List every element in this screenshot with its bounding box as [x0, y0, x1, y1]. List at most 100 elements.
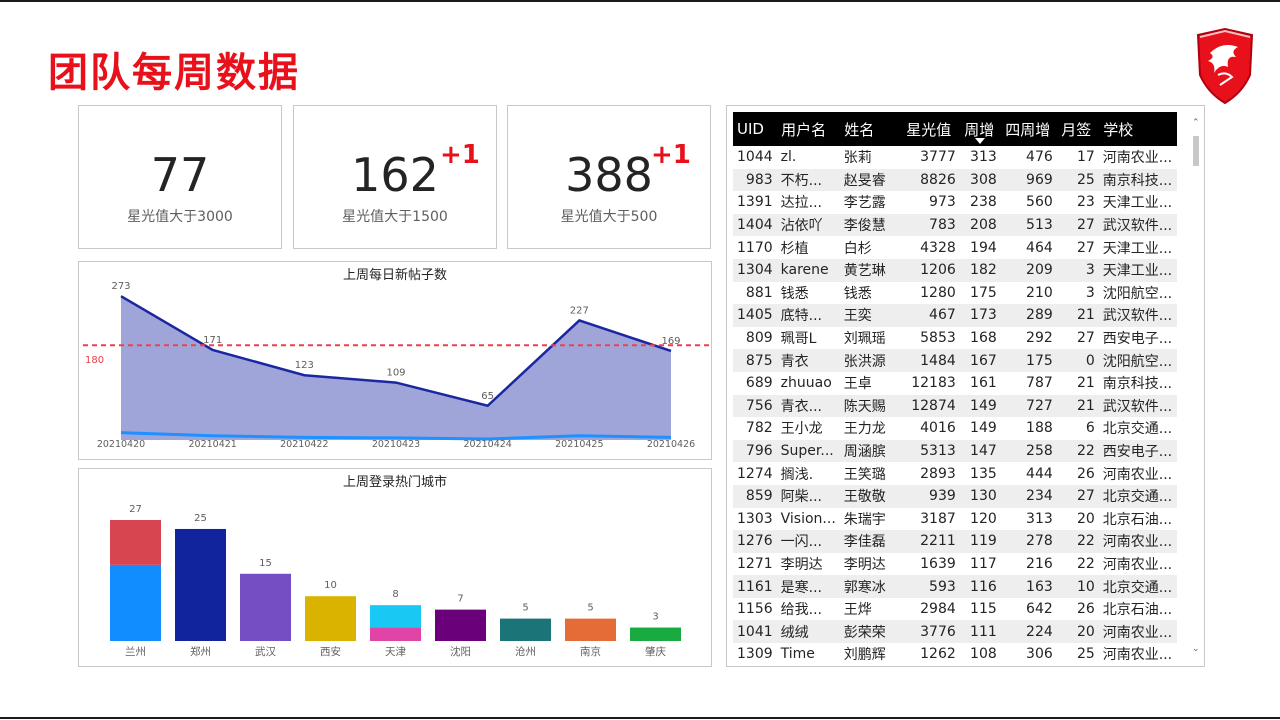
table-cell: 青衣...: [780, 398, 822, 415]
col-header-star[interactable]: 星光值: [901, 112, 961, 146]
table-cell: 464: [1026, 239, 1053, 256]
bar-segment[interactable]: [370, 605, 421, 628]
table-cell: 173: [970, 307, 997, 324]
table-cell: 182: [970, 262, 997, 279]
hot-cities-chart-panel[interactable]: 上周登录热门城市 27 兰州 25 郑州 15 武汉 10 西安 8 天津 7 沈阳 5 沧州 5 南京 3 肇庆: [78, 468, 712, 667]
bar[interactable]: [175, 528, 226, 641]
table-row[interactable]: 1405 底特... 王奕 467 173 289 21 武汉软件...: [733, 304, 1177, 327]
bar-segment[interactable]: [370, 627, 421, 641]
table-cell: 青衣: [780, 353, 809, 370]
table-cell: 10: [1076, 578, 1095, 595]
table-scrollbar[interactable]: ⌃ ⌄: [1192, 114, 1200, 658]
table-cell: 21: [1076, 397, 1095, 414]
table-cell: 289: [1026, 307, 1053, 324]
col-header-school[interactable]: 学校: [1098, 112, 1177, 146]
bar[interactable]: [630, 627, 681, 641]
table-row[interactable]: 1170 杉植 白杉 4328 194 464 27 天津工业...: [733, 236, 1177, 259]
col-header-name[interactable]: 姓名: [839, 112, 903, 146]
table-cell: 彭荣荣: [843, 624, 886, 641]
kpi-value: 77: [150, 148, 210, 202]
table-cell: 1280: [920, 284, 956, 301]
table-cell: 1262: [920, 646, 956, 663]
table-cell: 王烨: [843, 602, 872, 619]
table-cell: 20: [1076, 510, 1095, 527]
table-row[interactable]: 881 钱悉 钱悉 1280 175 210 3 沈阳航空...: [733, 282, 1177, 305]
bar-segment[interactable]: [110, 520, 161, 565]
table-cell: Super...: [780, 443, 834, 460]
table-cell: 3187: [920, 510, 956, 527]
table-cell: 赵旻睿: [843, 172, 886, 189]
table-row[interactable]: 1041 绒绒 彭荣荣 3776 111 224 20 河南农业...: [733, 620, 1177, 644]
table-cell: 西安电子...: [1102, 331, 1173, 348]
table-row[interactable]: 796 Super... 周涵膑 5313 147 258 22 西安电子...: [733, 439, 1177, 463]
table-row[interactable]: 1391 达拉... 李艺露 973 238 560 23 天津工业...: [733, 191, 1177, 214]
table-row[interactable]: 1274 搁浅. 王笑璐 2893 135 444 26 河南农业...: [733, 462, 1177, 485]
table-cell: 787: [1026, 375, 1053, 392]
table-cell: 147: [970, 443, 997, 460]
scroll-thumb[interactable]: [1193, 136, 1199, 166]
table-cell: 308: [970, 171, 997, 188]
col-header-monthly-sign[interactable]: 月签: [1056, 112, 1100, 146]
kpi-card-3000[interactable]: 77 星光值大于3000: [78, 105, 282, 249]
col-header-week-inc[interactable]: 周增: [959, 112, 1002, 146]
scroll-down-icon[interactable]: ⌄: [1192, 644, 1200, 654]
col-header-username[interactable]: 用户名: [776, 112, 841, 146]
table-row[interactable]: 1404 沾依吖 李俊慧 783 208 513 27 武汉软件...: [733, 213, 1177, 237]
col-header-4week-inc[interactable]: 四周增: [1000, 112, 1058, 146]
table-cell: 河南农业...: [1102, 624, 1173, 641]
table-cell: 875: [745, 352, 773, 369]
bar[interactable]: [500, 618, 551, 641]
table-row[interactable]: 1303 Vision... 朱瑞宇 3187 120 313 20 北京石油...: [733, 508, 1177, 531]
table-cell: 208: [970, 217, 997, 234]
table-row[interactable]: 1044 zl. 张莉 3777 313 476 17 河南农业...: [733, 146, 1177, 169]
kpi-card-1500[interactable]: 162 +1 星光值大于1500: [293, 105, 497, 249]
top-border: [0, 0, 1280, 2]
table-cell: 1276: [737, 533, 773, 550]
table-row[interactable]: 859 阿柴... 王敬敬 939 130 234 27 北京交通...: [733, 484, 1177, 508]
kpi-card-500[interactable]: 388 +1 星光值大于500: [507, 105, 711, 249]
table-row[interactable]: 1304 karene 黄艺琳 1206 182 209 3 天津工业...: [733, 258, 1177, 282]
table-row[interactable]: 1156 给我... 王烨 2984 115 642 26 北京石油...: [733, 598, 1177, 621]
member-table-panel[interactable]: UID 用户名 姓名 星光值 周增 四周增 月签 学校 1044 zl. 张莉 377…: [726, 105, 1205, 667]
table-cell: 5313: [920, 443, 956, 460]
table-row[interactable]: 1276 一闪... 李佳磊 2211 119 278 22 河南农业...: [733, 530, 1177, 553]
data-label: 8: [392, 589, 398, 600]
bar[interactable]: [305, 596, 356, 641]
table-cell: 1206: [920, 262, 956, 279]
col-header-uid[interactable]: UID: [733, 112, 778, 146]
x-tick-label: 20210422: [280, 439, 328, 450]
table-cell: 刘鹏辉: [843, 647, 886, 664]
daily-posts-chart-panel[interactable]: 上周每日新帖子数 180 273 171 123 109 65 227 169 20210420…: [78, 261, 712, 460]
table-row[interactable]: 1309 Time 刘鹏辉 1262 108 306 25 河南农业...: [733, 643, 1177, 666]
scroll-up-icon[interactable]: ⌃: [1192, 118, 1200, 128]
table-cell: 2893: [920, 465, 956, 482]
bar[interactable]: [565, 618, 616, 641]
table-row[interactable]: 782 王小龙 王力龙 4016 149 188 6 北京交通...: [733, 417, 1177, 440]
table-cell: 278: [1026, 533, 1053, 550]
data-label: 7: [457, 594, 463, 605]
table-cell: 119: [970, 533, 997, 550]
data-label: 171: [203, 335, 222, 346]
table-row[interactable]: 875 青衣 张洪源 1484 167 175 0 沈阳航空...: [733, 349, 1177, 372]
table-cell: 是寒...: [780, 579, 822, 596]
bar[interactable]: [240, 573, 291, 641]
table-row[interactable]: 1271 李明达 李明达 1639 117 216 22 河南农业...: [733, 553, 1177, 576]
table-cell: 西安电子...: [1102, 444, 1173, 461]
x-tick-label: 沧州: [515, 645, 536, 658]
table-row[interactable]: 756 青衣... 陈天赐 12874 149 727 21 武汉软件...: [733, 394, 1177, 418]
table-row[interactable]: 809 珮哥L 刘珮瑶 5853 168 292 27 西安电子...: [733, 327, 1177, 350]
table-cell: 王卓: [843, 376, 872, 393]
reference-line-label: 180: [85, 355, 104, 366]
table-cell: 白杉: [843, 240, 872, 257]
table-cell: 达拉...: [780, 195, 822, 212]
bar-segment[interactable]: [110, 564, 161, 641]
table-cell: 底特...: [780, 308, 822, 325]
table-cell: 782: [745, 420, 773, 437]
table-row[interactable]: 689 zhuuao 王卓 12183 161 787 21 南京科技...: [733, 372, 1177, 395]
table-cell: 25: [1076, 646, 1095, 663]
table-row[interactable]: 983 不朽... 赵旻睿 8826 308 969 25 南京科技...: [733, 168, 1177, 192]
table-cell: 258: [1026, 443, 1053, 460]
data-label: 109: [386, 368, 405, 379]
table-row[interactable]: 1161 是寒... 郭寒冰 593 116 163 10 北京交通...: [733, 575, 1177, 598]
bar[interactable]: [435, 609, 486, 641]
